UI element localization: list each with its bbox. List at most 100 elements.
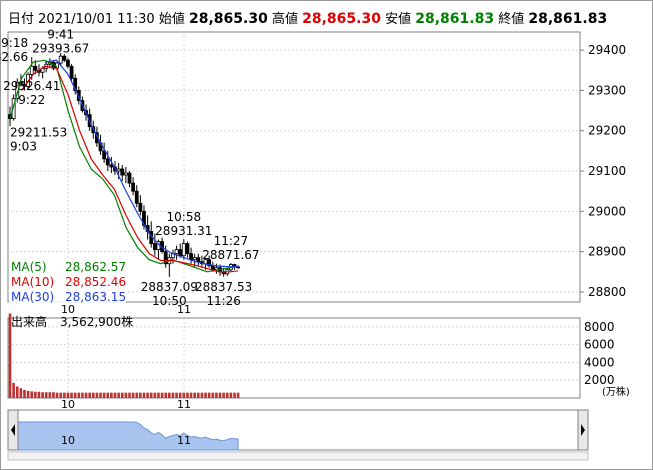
volume-bar bbox=[102, 392, 106, 398]
volume-bar bbox=[229, 392, 233, 398]
volume-bar bbox=[211, 392, 215, 398]
price-annotation: 10:58 bbox=[167, 210, 202, 224]
legend-value: 28,863.15 bbox=[65, 290, 126, 304]
legend-name: MA(30) bbox=[11, 290, 54, 304]
volume-bar bbox=[34, 391, 37, 398]
volume-bar bbox=[88, 392, 91, 398]
volume-bar bbox=[197, 392, 200, 398]
volume-bar bbox=[120, 392, 124, 398]
volume-bar bbox=[139, 392, 142, 398]
candle-body bbox=[185, 243, 190, 255]
volume-bar bbox=[135, 392, 139, 398]
candle-body bbox=[196, 257, 201, 263]
volume-bar bbox=[182, 392, 186, 398]
volume-bar bbox=[52, 392, 55, 398]
volume-bar bbox=[218, 392, 222, 398]
legend-value: 28,862.57 bbox=[65, 260, 126, 274]
volume-bar bbox=[77, 392, 81, 398]
volume-bar bbox=[12, 382, 15, 398]
volume-bar bbox=[236, 392, 240, 398]
volume-bar bbox=[66, 392, 70, 398]
volume-bar bbox=[30, 391, 34, 398]
candle-body bbox=[123, 172, 128, 176]
legend-value: 28,852.46 bbox=[65, 275, 126, 289]
volume-bar bbox=[189, 392, 193, 398]
volume-time-label: 11 bbox=[177, 398, 191, 411]
volume-tick-label: 2000 bbox=[584, 373, 615, 387]
volume-plot-area bbox=[7, 317, 581, 399]
candle-body bbox=[210, 265, 215, 271]
volume-bar bbox=[70, 392, 73, 398]
volume-bar bbox=[157, 392, 160, 398]
price-tick-label: 29200 bbox=[588, 124, 626, 138]
volume-bar bbox=[222, 392, 225, 398]
candle-body bbox=[189, 253, 193, 261]
candle-body bbox=[127, 172, 132, 184]
volume-tick-label: 4000 bbox=[584, 355, 615, 369]
volume-bar bbox=[59, 392, 62, 398]
price-tick-label: 29300 bbox=[588, 83, 626, 97]
volume-bar bbox=[23, 390, 26, 398]
candle-body bbox=[69, 65, 74, 79]
navigator-panel[interactable]: 10 11 bbox=[7, 409, 589, 461]
volume-bar bbox=[55, 392, 59, 398]
price-annotation: 28837.53 bbox=[195, 280, 252, 294]
candle-body bbox=[29, 65, 34, 75]
candle-body bbox=[181, 243, 186, 257]
price-annotation: 9:22 bbox=[18, 93, 45, 107]
chart-svg: 28800 28900 29000 29100 29200 29300 29400 10 11 9… bbox=[0, 28, 630, 461]
volume-bar bbox=[15, 386, 19, 398]
price-annotation: 29211.53 bbox=[10, 125, 67, 139]
price-tick-label: 28800 bbox=[588, 285, 626, 299]
volume-bar bbox=[48, 392, 52, 398]
volume-bar bbox=[41, 392, 44, 398]
candle-body bbox=[33, 65, 38, 71]
volume-bar bbox=[153, 392, 157, 398]
volume-bar bbox=[37, 391, 41, 398]
volume-bar bbox=[63, 392, 66, 398]
candle-body bbox=[178, 249, 183, 257]
navigator-scrollbar[interactable] bbox=[7, 451, 589, 461]
price-panel: 2880028900290002910029200293002940010 119… bbox=[0, 28, 626, 316]
candle-body bbox=[116, 168, 121, 172]
price-annotation: 29393.67 bbox=[32, 42, 89, 56]
price-annotation: 11:27 bbox=[214, 234, 249, 248]
volume-bar bbox=[168, 392, 171, 398]
legend-name: MA(5) bbox=[11, 260, 47, 274]
candle-body bbox=[66, 59, 70, 67]
price-annotation: 11:26 bbox=[206, 294, 241, 308]
volume-bar bbox=[99, 392, 102, 398]
price-annotation: 28871.67 bbox=[202, 248, 259, 262]
price-annotation: 28837.09 bbox=[141, 280, 198, 294]
candle-body bbox=[120, 168, 125, 176]
candle-body bbox=[131, 182, 136, 192]
volume-bar bbox=[204, 392, 207, 398]
candle-body bbox=[192, 257, 197, 261]
volume-bar bbox=[128, 392, 131, 398]
candle-body bbox=[174, 249, 179, 255]
navigator-time-label: 11 bbox=[177, 434, 191, 447]
volume-bar bbox=[110, 392, 113, 398]
price-annotation: 29326.41 bbox=[3, 79, 60, 93]
volume-legend-value: 3,562,900株 bbox=[60, 314, 133, 329]
volume-bar bbox=[91, 392, 95, 398]
candle-body bbox=[62, 55, 67, 61]
candle-body bbox=[134, 190, 139, 204]
price-tick-label: 28900 bbox=[588, 245, 626, 259]
price-annotation: 9:03 bbox=[10, 139, 37, 153]
volume-bar bbox=[95, 392, 99, 398]
volume-bar bbox=[117, 392, 120, 398]
volume-bar bbox=[81, 392, 84, 398]
volume-bar bbox=[233, 392, 236, 398]
volume-tick-label: 6000 bbox=[584, 338, 615, 352]
price-tick-label: 29400 bbox=[588, 43, 626, 57]
price-tick-label: 29100 bbox=[588, 164, 626, 178]
volume-bar bbox=[200, 392, 204, 398]
volume-bar bbox=[73, 392, 77, 398]
volume-bar bbox=[113, 392, 117, 398]
volume-bar bbox=[142, 392, 146, 398]
volume-bar bbox=[84, 392, 88, 398]
legend-name: MA(10) bbox=[11, 275, 54, 289]
volume-bar bbox=[207, 392, 211, 398]
candle-body bbox=[138, 202, 143, 212]
